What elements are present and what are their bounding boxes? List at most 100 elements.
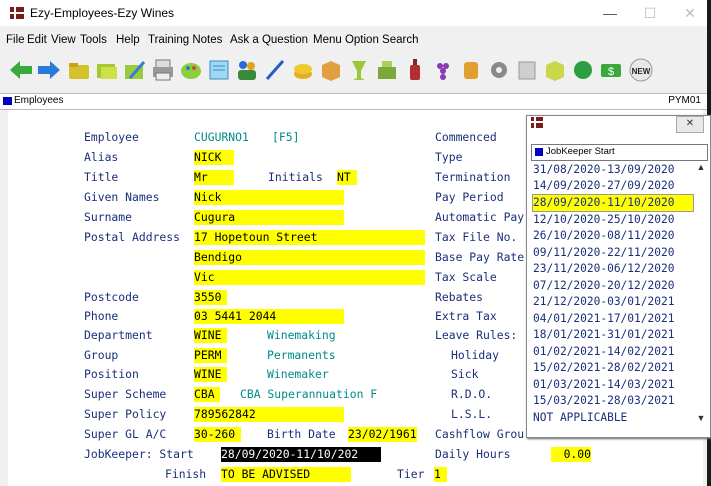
menu-ask-a-question[interactable]: Ask a Question xyxy=(230,34,308,46)
coins-icon[interactable] xyxy=(290,56,316,84)
grape-leaf-icon[interactable] xyxy=(570,56,596,84)
maximize-button[interactable]: ☐ xyxy=(635,3,665,23)
title-field[interactable]: Mr xyxy=(194,170,234,185)
list-item-selected[interactable]: 28/09/2020-11/10/2020 xyxy=(532,194,694,212)
postcode-label: Postcode xyxy=(84,290,139,304)
cashregister-icon[interactable] xyxy=(374,56,400,84)
initials-field[interactable]: NT xyxy=(337,170,357,185)
leave-rules-label: Leave Rules: xyxy=(435,328,518,342)
bottle-icon[interactable] xyxy=(402,56,428,84)
box-icon[interactable] xyxy=(318,56,344,84)
tier-field[interactable]: 1 xyxy=(434,467,447,482)
minimize-button[interactable]: — xyxy=(595,3,625,23)
list-item[interactable]: 21/12/2020-03/01/2021 xyxy=(533,294,693,310)
people-icon[interactable] xyxy=(234,56,260,84)
gear-icon[interactable] xyxy=(486,56,512,84)
list-item[interactable]: 01/03/2021-14/03/2021 xyxy=(533,377,693,393)
super-gl-field[interactable]: 30-260 xyxy=(194,427,241,442)
position-code[interactable]: WINE xyxy=(194,367,227,382)
list-item[interactable]: 18/01/2021-31/01/2021 xyxy=(533,327,693,343)
list-item[interactable]: 26/10/2020-08/11/2020 xyxy=(533,228,693,244)
menu-option-search[interactable]: Menu Option Search xyxy=(313,34,418,46)
menu-tools[interactable]: Tools xyxy=(80,34,107,46)
list-item[interactable]: NOT APPLICABLE xyxy=(533,410,693,426)
forward-arrow-icon[interactable] xyxy=(36,56,62,84)
grapes-icon[interactable] xyxy=(430,56,456,84)
pay-period-label: Pay Period xyxy=(435,190,504,204)
employee-lookup-key[interactable]: [F5] xyxy=(272,130,299,145)
list-item[interactable]: 14/09/2020-27/09/2020 xyxy=(533,178,693,194)
list-item[interactable]: 15/02/2021-28/02/2021 xyxy=(533,360,693,376)
automatic-pay-label: Automatic Pay xyxy=(435,210,525,224)
notes-icon[interactable] xyxy=(206,56,232,84)
group-label: Group xyxy=(84,348,119,362)
list-item[interactable]: 01/02/2021-14/02/2021 xyxy=(533,344,693,360)
sliding-folders-icon[interactable] xyxy=(94,56,120,84)
list-item[interactable]: 31/08/2020-13/09/2020 xyxy=(533,162,693,178)
birth-date-field[interactable]: 23/02/1961 xyxy=(348,427,417,442)
popup-scrollbar[interactable]: ▲ ▼ xyxy=(694,162,708,427)
list-item[interactable]: 15/03/2021-28/03/2021 xyxy=(533,393,693,409)
surname-field[interactable]: Cugura xyxy=(194,210,344,225)
extra-tax-label: Extra Tax xyxy=(435,309,497,323)
cube-icon[interactable] xyxy=(542,56,568,84)
super-scheme-label: Super Scheme xyxy=(84,387,167,401)
phone-label: Phone xyxy=(84,309,119,323)
daily-hours-field[interactable]: 0.00 xyxy=(551,447,591,462)
alias-field[interactable]: NICK xyxy=(194,150,234,165)
back-arrow-icon[interactable] xyxy=(8,56,34,84)
edit-folder-icon[interactable] xyxy=(122,56,148,84)
tax-scale-label: Tax Scale xyxy=(435,270,497,284)
termination-label: Termination xyxy=(435,170,511,184)
close-button[interactable]: ✕ xyxy=(675,3,705,23)
jar-icon[interactable] xyxy=(458,56,484,84)
open-folder-icon[interactable] xyxy=(66,56,92,84)
address-line-3[interactable]: Vic xyxy=(194,270,425,285)
finish-field[interactable]: TO BE ADVISED xyxy=(221,467,351,482)
glass-icon[interactable] xyxy=(346,56,372,84)
paint-icon[interactable] xyxy=(178,56,204,84)
super-policy-field[interactable]: 789562842 xyxy=(194,407,344,422)
title-bar: Ezy-Employees-Ezy Wines — ☐ ✕ xyxy=(0,0,707,26)
jobkeeper-start-field[interactable]: 28/09/2020-11/10/202 xyxy=(221,447,381,462)
initials-label: Initials xyxy=(268,170,323,184)
svg-text:$: $ xyxy=(608,66,614,78)
address-line-1[interactable]: 17 Hopetoun Street xyxy=(194,230,425,245)
dollar-icon[interactable]: $ xyxy=(598,56,624,84)
given-names-field[interactable]: Nick xyxy=(194,190,344,205)
menu-edit[interactable]: Edit xyxy=(27,34,47,46)
list-item[interactable]: 12/10/2020-25/10/2020 xyxy=(533,212,693,228)
list-item[interactable]: 04/01/2021-17/01/2021 xyxy=(533,311,693,327)
menu-training-notes[interactable]: Training Notes xyxy=(148,34,222,46)
blank-icon[interactable] xyxy=(514,56,540,84)
scroll-up-icon[interactable]: ▲ xyxy=(694,162,708,176)
phone-field[interactable]: 03 5441 2044 xyxy=(194,309,344,324)
menu-view[interactable]: View xyxy=(51,34,76,46)
department-name: Winemaking xyxy=(267,328,336,342)
list-item[interactable]: 07/12/2020-20/12/2020 xyxy=(533,278,693,294)
super-scheme-code[interactable]: CBA xyxy=(194,387,220,402)
type-label: Type xyxy=(435,150,463,164)
group-name: Permanents xyxy=(267,348,336,362)
surname-label: Surname xyxy=(84,210,133,224)
new-icon[interactable]: NEW xyxy=(628,56,654,84)
wand-icon[interactable] xyxy=(262,56,288,84)
app-icon xyxy=(10,7,24,19)
list-item[interactable]: 23/11/2020-06/12/2020 xyxy=(533,261,693,277)
group-code[interactable]: PERM xyxy=(194,348,227,363)
address-line-2[interactable]: Bendigo xyxy=(194,250,425,265)
menu-file[interactable]: File xyxy=(6,34,25,46)
printer-icon[interactable] xyxy=(150,56,176,84)
postcode-field[interactable]: 3550 xyxy=(194,290,227,305)
list-item[interactable]: 09/11/2020-22/11/2020 xyxy=(533,245,693,261)
form-title-strip: Employees PYM01 xyxy=(0,93,707,110)
department-label: Department xyxy=(84,328,153,342)
department-code[interactable]: WINE xyxy=(194,328,227,343)
menu-help[interactable]: Help xyxy=(116,34,140,46)
jobkeeper-start-label: JobKeeper: Start xyxy=(84,447,194,461)
scroll-down-icon[interactable]: ▼ xyxy=(694,413,708,427)
popup-header-icon xyxy=(535,148,543,156)
popup-close-button[interactable]: ✕ xyxy=(676,116,704,133)
position-name: Winemaker xyxy=(267,367,329,381)
employee-code[interactable]: CUGURNO1 xyxy=(194,130,249,145)
